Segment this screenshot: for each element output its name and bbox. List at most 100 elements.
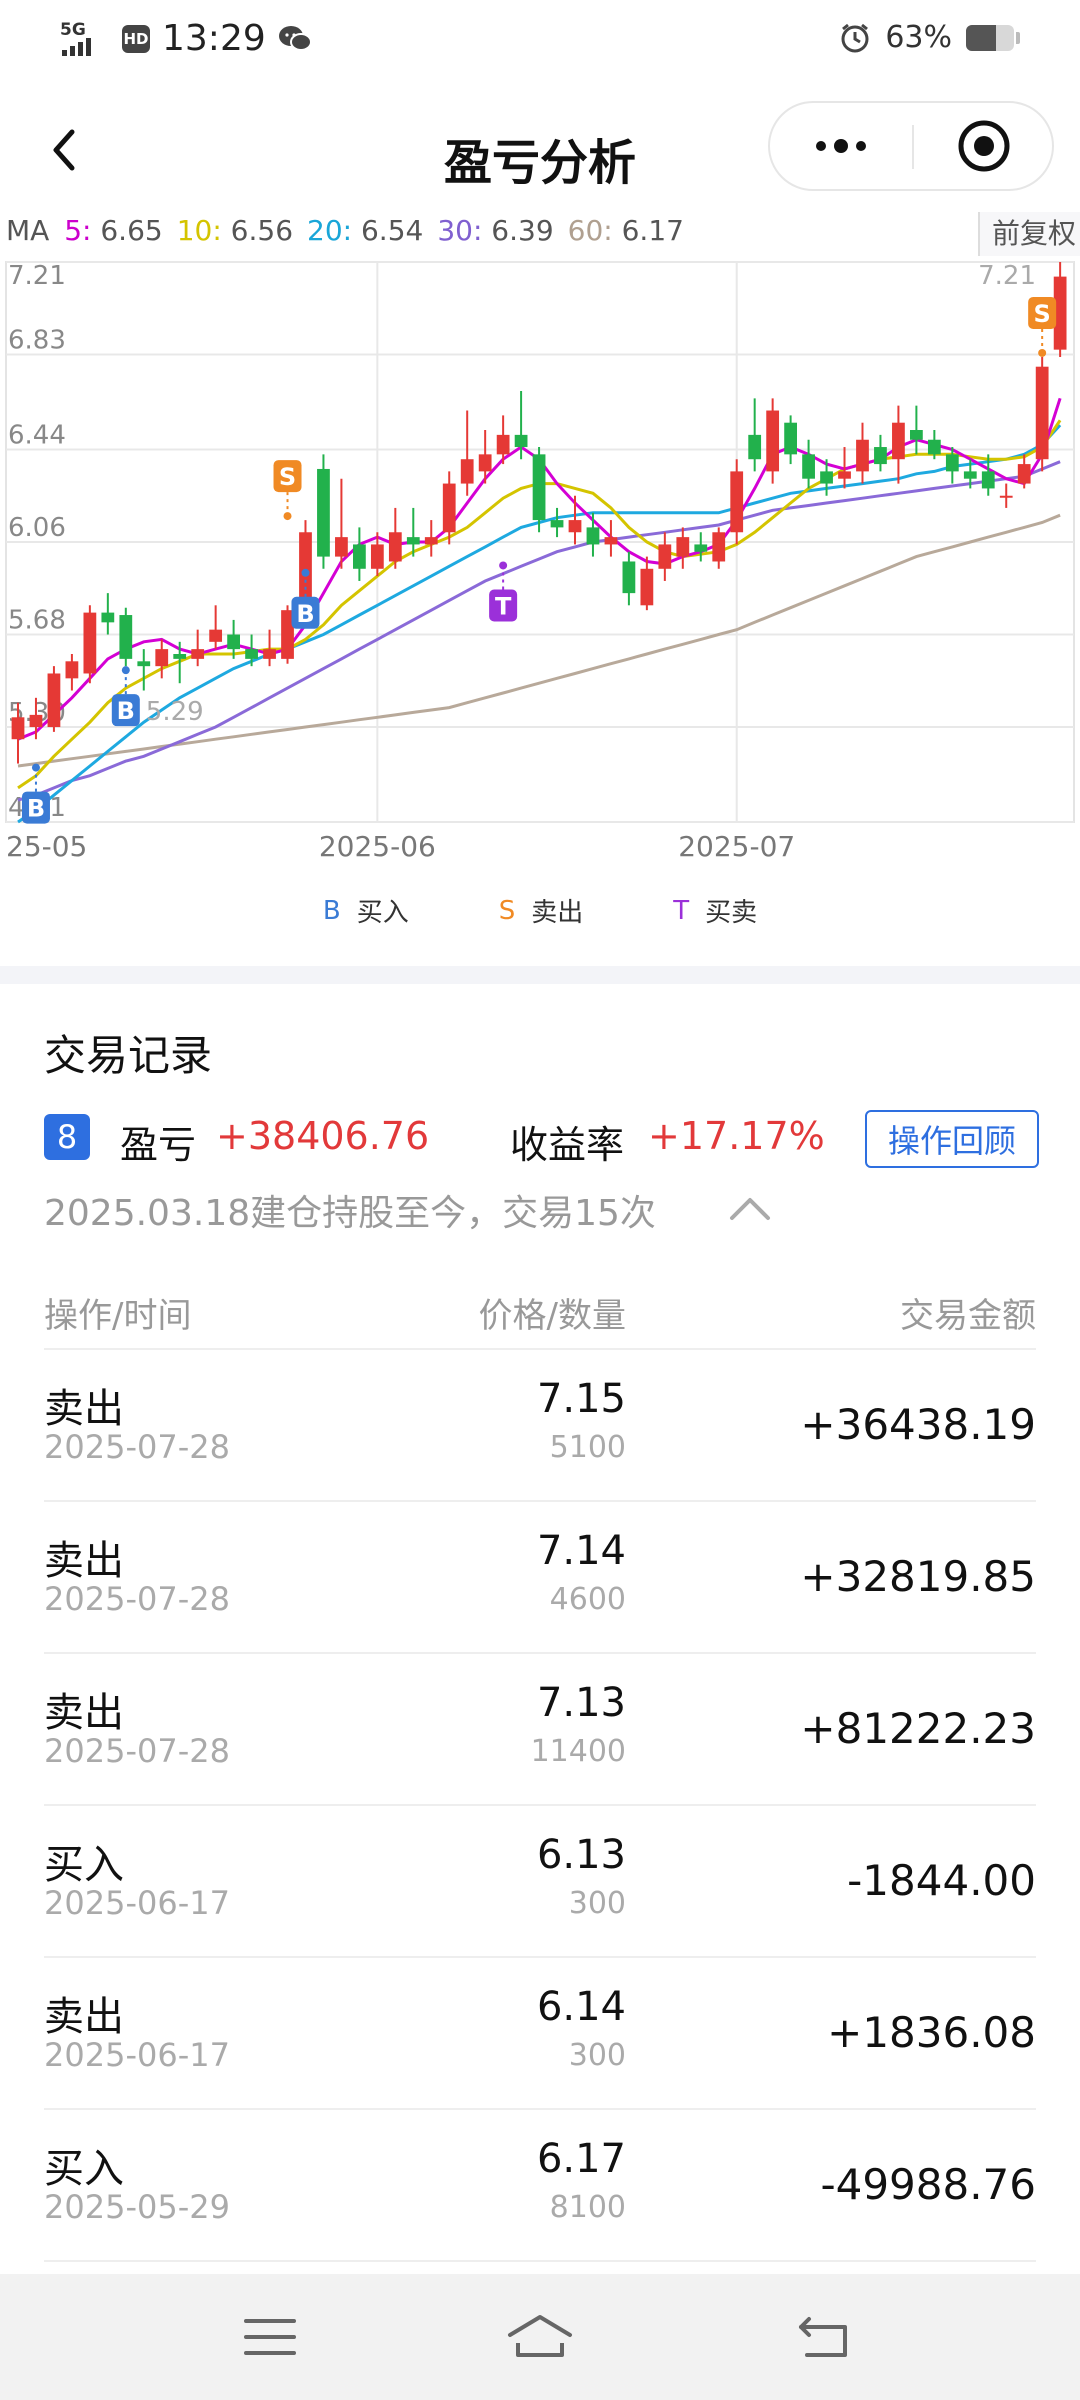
records-list: 卖出 2025-07-28 7.15 5100 +36438.19 卖出 202… bbox=[44, 1350, 1036, 2262]
row-amount: +36438.19 bbox=[800, 1400, 1036, 1449]
home-button[interactable] bbox=[500, 2302, 580, 2372]
records-title: 交易记录 bbox=[44, 1031, 213, 1080]
legend-trade-letter: T bbox=[673, 895, 690, 926]
table-row[interactable]: 卖出 2025-07-28 7.13 11400 +81222.23 bbox=[44, 1654, 1036, 1806]
kline-svg: 7.216.836.446.065.685.304.917.2125-05202… bbox=[5, 261, 1075, 863]
marker-legend: B 买入 S 卖出 T 买卖 bbox=[0, 892, 1080, 929]
chevron-up-icon[interactable] bbox=[726, 1190, 774, 1224]
nav-bar: 盈亏分析 bbox=[0, 95, 1080, 205]
back-nav-button[interactable] bbox=[785, 2302, 865, 2372]
candle-body bbox=[514, 434, 528, 448]
section-divider bbox=[0, 966, 1080, 984]
candle-body bbox=[820, 471, 833, 484]
x-tick-label: 25-05 bbox=[6, 830, 87, 863]
table-row[interactable]: 买入 2025-06-17 6.13 300 -1844.00 bbox=[44, 1806, 1036, 1958]
candle-body bbox=[999, 495, 1013, 498]
candle-body bbox=[963, 471, 977, 479]
candle-body bbox=[748, 434, 762, 460]
col-amount: 交易金额 bbox=[900, 1296, 1036, 1336]
candle-body bbox=[209, 629, 223, 642]
x-tick-label: 2025-07 bbox=[678, 830, 795, 863]
pl-value: +38406.76 bbox=[216, 1114, 430, 1158]
more-button[interactable] bbox=[770, 103, 912, 189]
row-price: 6.17 bbox=[536, 2136, 626, 2182]
candle-body bbox=[927, 439, 941, 455]
mini-program-capsule bbox=[768, 101, 1054, 191]
row-price: 6.13 bbox=[536, 1832, 626, 1878]
candle-body bbox=[640, 568, 654, 606]
candle-body bbox=[119, 615, 133, 659]
battery-icon bbox=[966, 24, 1014, 51]
row-action: 卖出 bbox=[44, 1994, 124, 2040]
candle-body bbox=[712, 532, 726, 562]
battery-percent: 63% bbox=[885, 20, 952, 55]
return-icon bbox=[799, 2317, 847, 2357]
row-date: 2025-07-28 bbox=[44, 1428, 230, 1466]
candle-body bbox=[981, 471, 995, 489]
hd-icon: HD bbox=[122, 24, 150, 53]
review-button[interactable]: 操作回顾 bbox=[865, 1110, 1039, 1168]
legend-buy-letter: B bbox=[322, 895, 341, 926]
records-table-header: 操作/时间 价格/数量 交易金额 bbox=[44, 1288, 1036, 1338]
legend-sell-label: 卖出 bbox=[531, 898, 584, 928]
marker-dot bbox=[301, 568, 310, 577]
y-tick-label: 6.44 bbox=[8, 420, 66, 450]
table-row[interactable]: 买入 2025-05-29 6.17 8100 -49988.76 bbox=[44, 2110, 1036, 2262]
ma60-line bbox=[17, 513, 1061, 768]
marker-letter: B bbox=[296, 600, 314, 628]
candle-body bbox=[874, 447, 887, 465]
row-qty: 300 bbox=[568, 1886, 626, 1921]
table-row[interactable]: 卖出 2025-07-28 7.14 4600 +32819.85 bbox=[44, 1502, 1036, 1654]
candle-body bbox=[83, 612, 97, 674]
row-date: 2025-06-17 bbox=[44, 1884, 230, 1922]
candle-body bbox=[424, 537, 438, 545]
alarm-icon bbox=[841, 23, 869, 52]
marker-dot bbox=[283, 512, 292, 521]
row-qty: 4600 bbox=[549, 1582, 626, 1617]
candle-body bbox=[191, 649, 205, 659]
candle-body bbox=[353, 544, 366, 569]
candle-body bbox=[11, 717, 25, 740]
menu-button[interactable] bbox=[230, 2302, 310, 2372]
candle-body bbox=[65, 661, 79, 679]
candle-body bbox=[370, 544, 384, 569]
row-price: 7.13 bbox=[536, 1680, 626, 1726]
row-qty: 5100 bbox=[549, 1430, 626, 1465]
row-amount: +81222.23 bbox=[800, 1704, 1036, 1753]
pl-label: 盈亏 bbox=[120, 1123, 197, 1167]
candle-body bbox=[910, 430, 923, 440]
rate-value: +17.17% bbox=[648, 1114, 825, 1158]
candle-body bbox=[802, 454, 815, 479]
legend-item-buy: B 买入 bbox=[323, 892, 409, 929]
status-time: 13:29 bbox=[162, 18, 266, 59]
y-tick-label: 7.21 bbox=[8, 261, 66, 291]
candle-body bbox=[730, 471, 744, 533]
marker-dot bbox=[499, 561, 508, 570]
marker-letter: S bbox=[279, 463, 296, 491]
home-icon bbox=[508, 2315, 572, 2357]
x-tick-label: 2025-06 bbox=[319, 830, 436, 863]
row-amount: +1836.08 bbox=[827, 2008, 1036, 2057]
close-miniprogram-button[interactable] bbox=[914, 103, 1054, 189]
status-bar: 5G HD 13:29 63% bbox=[0, 0, 1080, 80]
candle-body bbox=[155, 649, 169, 667]
marker-price-label: 5.29 bbox=[146, 697, 204, 727]
table-row[interactable]: 卖出 2025-06-17 6.14 300 +1836.08 bbox=[44, 1958, 1036, 2110]
row-action: 卖出 bbox=[44, 1386, 124, 1432]
candle-body bbox=[245, 649, 258, 659]
marker-letter: B bbox=[27, 795, 45, 823]
candle-body bbox=[766, 410, 780, 472]
candle-body bbox=[1017, 464, 1031, 484]
count-badge: 8 bbox=[44, 1114, 90, 1160]
row-action: 卖出 bbox=[44, 1690, 124, 1736]
candle-body bbox=[586, 527, 600, 545]
kline-chart[interactable]: 7.216.836.446.065.685.304.917.2125-05202… bbox=[0, 210, 1080, 970]
row-qty: 300 bbox=[568, 2038, 626, 2073]
candle-body bbox=[47, 673, 61, 728]
legend-item-sell: S 卖出 bbox=[499, 892, 584, 929]
table-row[interactable]: 卖出 2025-07-28 7.15 5100 +36438.19 bbox=[44, 1350, 1036, 1502]
row-price: 7.15 bbox=[536, 1376, 626, 1422]
holding-since: 2025.03.18建仓持股至今，交易15次 bbox=[44, 1193, 656, 1234]
candle-body bbox=[568, 520, 582, 533]
candle-body bbox=[945, 454, 959, 472]
